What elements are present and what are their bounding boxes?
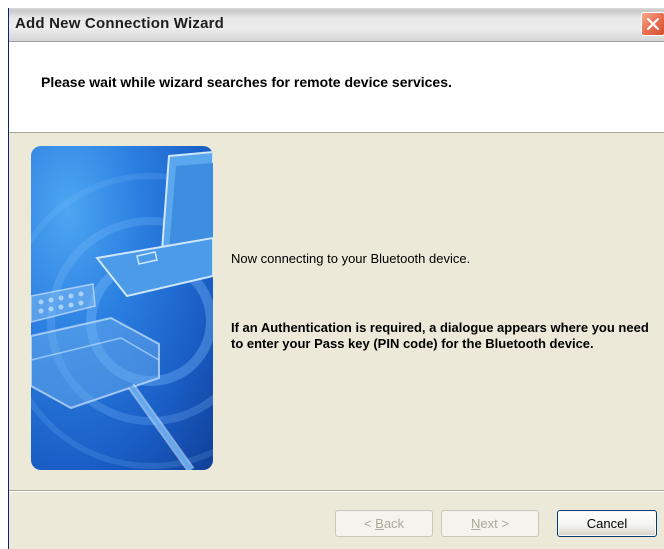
connecting-status-text: Now connecting to your Bluetooth device.	[231, 251, 471, 266]
next-mnemonic: N	[471, 516, 481, 531]
cancel-button[interactable]: Cancel	[557, 510, 657, 537]
window-title: Add New Connection Wizard	[15, 15, 225, 32]
footer-divider-highlight	[9, 491, 664, 492]
wizard-header: Please wait while wizard searches for re…	[9, 42, 664, 133]
next-label: ext >	[480, 516, 509, 531]
back-prefix: <	[363, 516, 376, 531]
close-button[interactable]	[641, 12, 664, 36]
back-label: ack	[383, 516, 405, 531]
next-button[interactable]: Next >	[441, 510, 539, 537]
authentication-note: If an Authentication is required, a dial…	[231, 320, 649, 351]
wizard-window: Add New Connection Wizard Please wait wh…	[8, 8, 664, 549]
back-mnemonic: B	[375, 516, 384, 531]
laptop-illustration	[31, 146, 213, 470]
header-instruction: Please wait while wizard searches for re…	[41, 74, 452, 90]
bluetooth-connection-image	[31, 150, 213, 470]
title-bar[interactable]: Add New Connection Wizard	[9, 8, 664, 42]
back-button[interactable]: < Back	[335, 510, 433, 537]
close-icon	[646, 17, 660, 31]
